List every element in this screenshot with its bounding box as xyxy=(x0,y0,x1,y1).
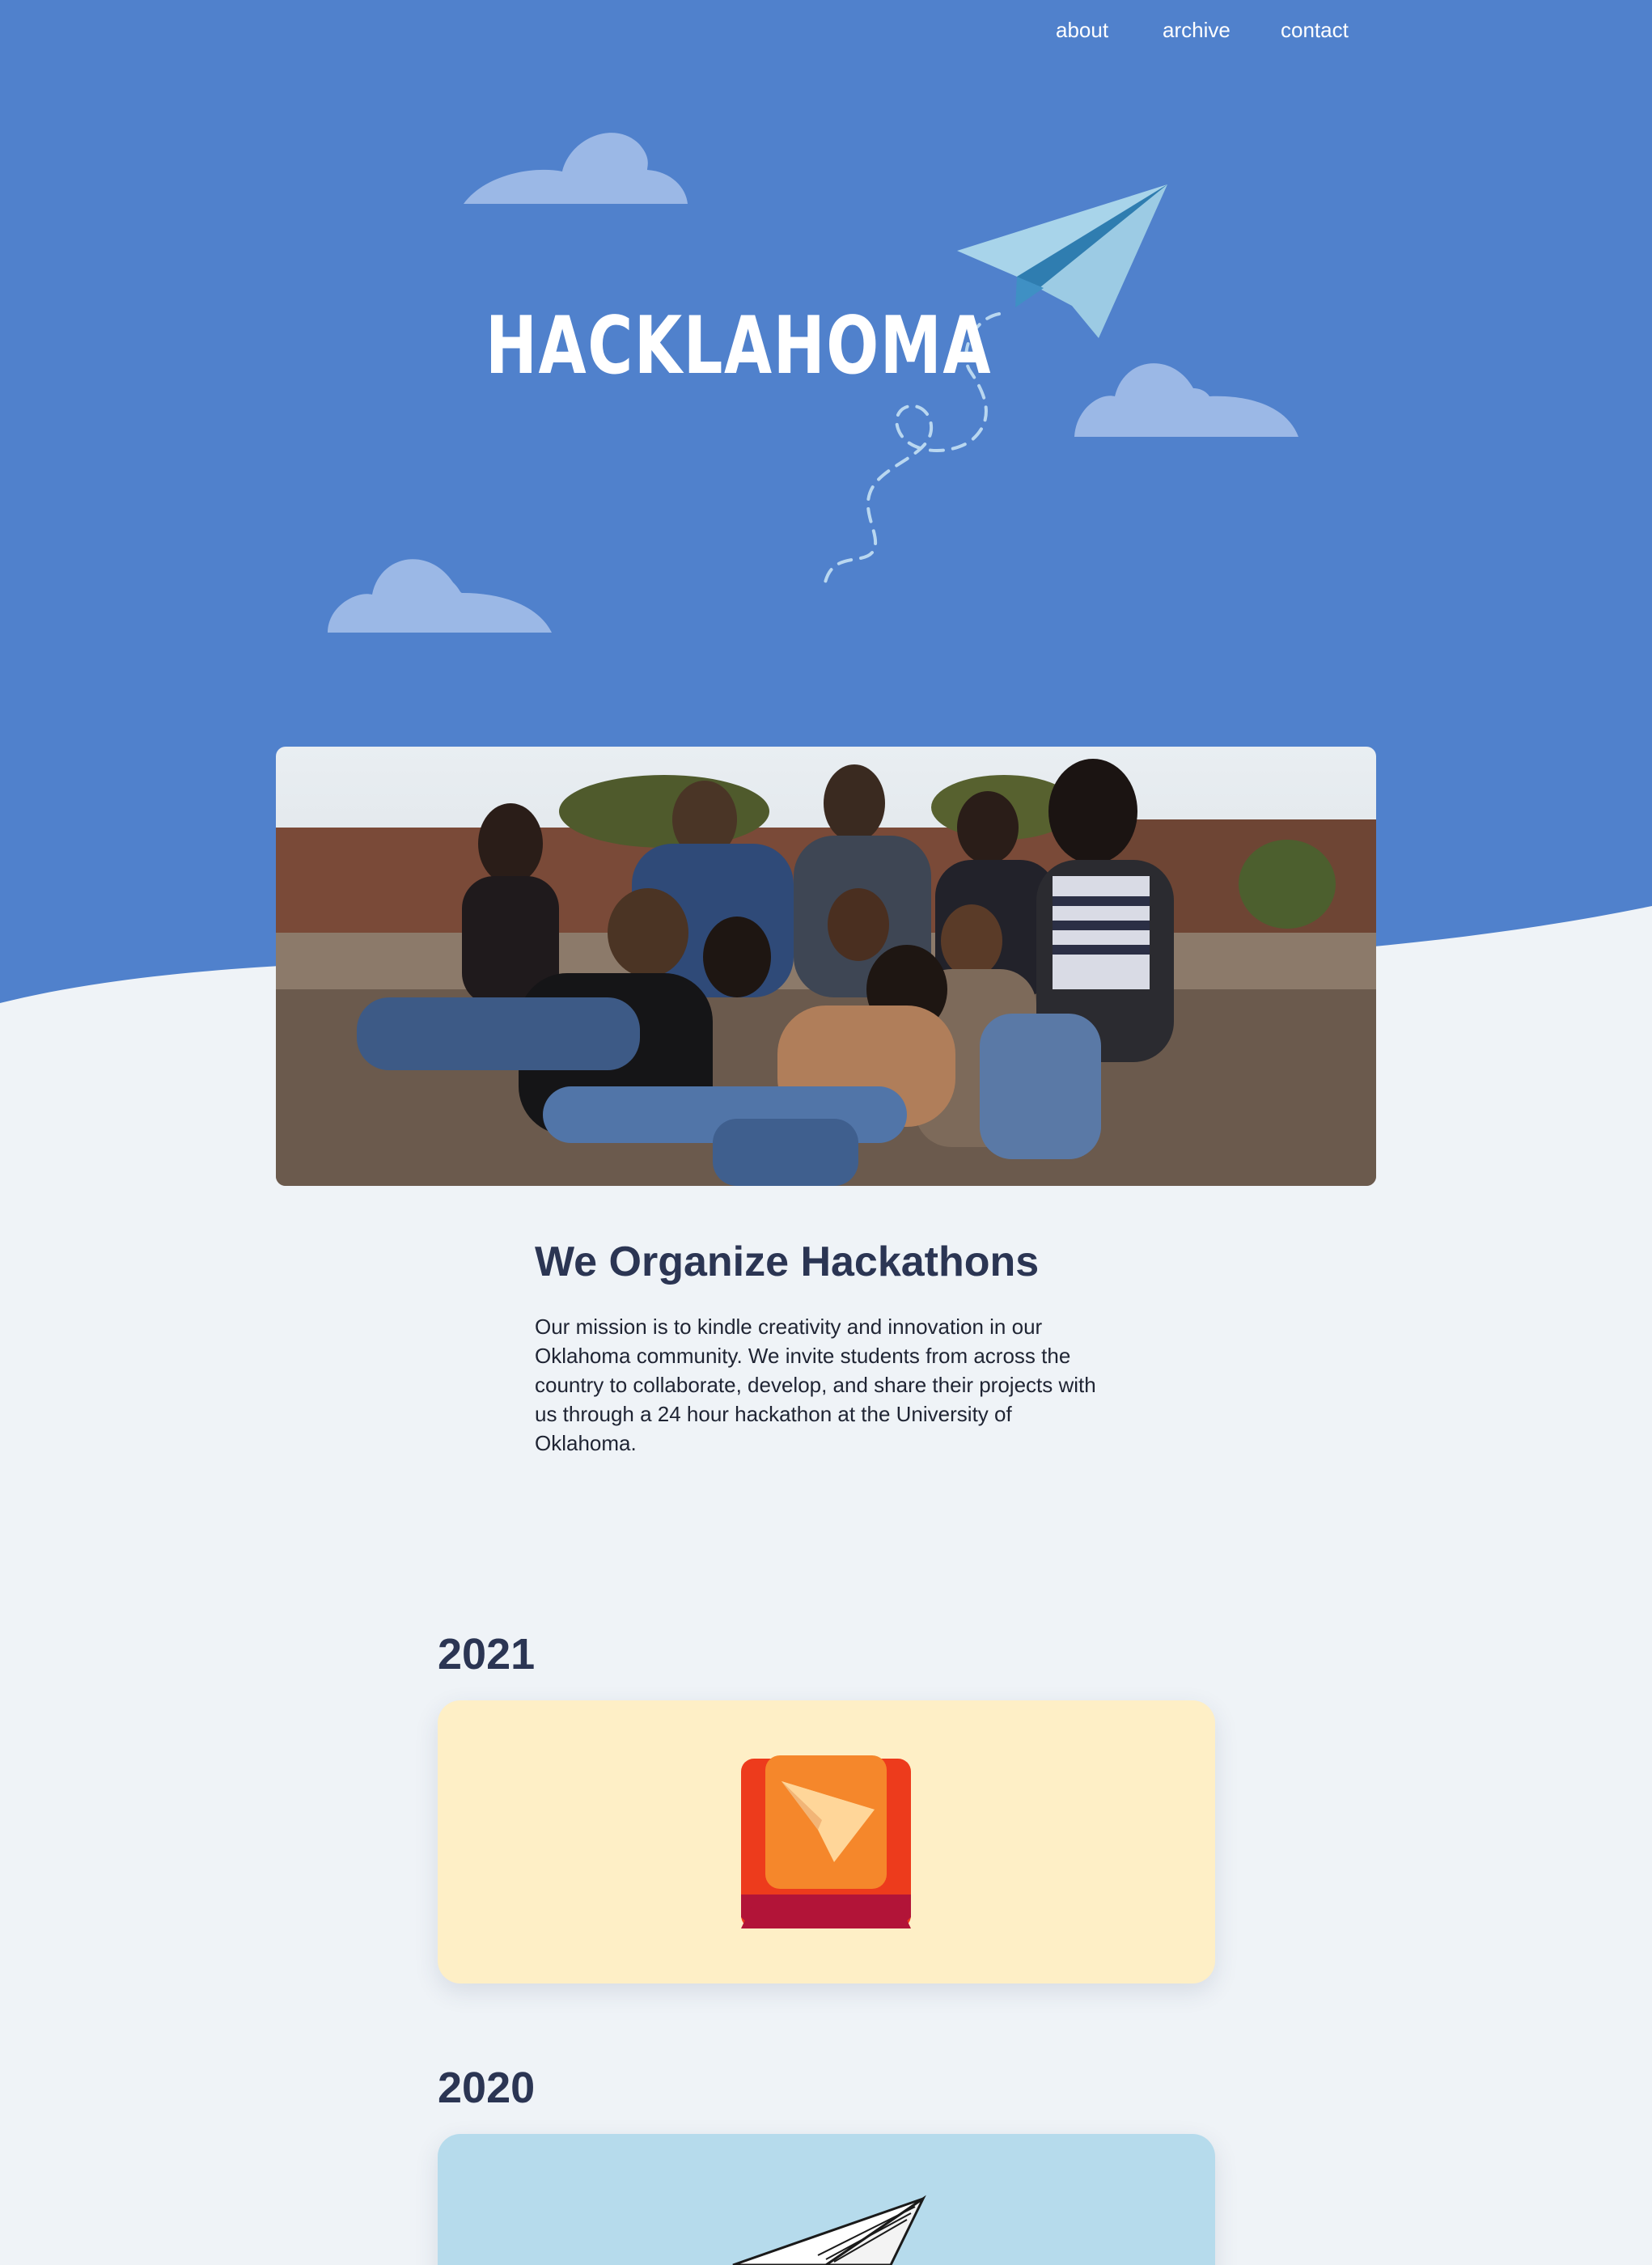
team-photo xyxy=(276,747,1376,1186)
year-heading-2020: 2020 xyxy=(438,2064,536,2112)
paper-plane-keycap-icon xyxy=(741,1755,911,1928)
archive-card-2021[interactable] xyxy=(438,1700,1215,1983)
cloud-icon xyxy=(1074,363,1298,437)
cloud-icon xyxy=(328,559,552,633)
paper-plane-icon xyxy=(732,2195,926,2265)
year-heading-2021: 2021 xyxy=(438,1630,536,1679)
about-description: Our mission is to kindle creativity and … xyxy=(535,1315,1096,1455)
cloud-icon xyxy=(464,133,688,204)
hero-logo-title: HACKLAHOMA xyxy=(485,300,993,392)
archive-card-2020[interactable] xyxy=(438,2134,1215,2265)
about-heading: We Organize Hackathons xyxy=(535,1238,1040,1285)
